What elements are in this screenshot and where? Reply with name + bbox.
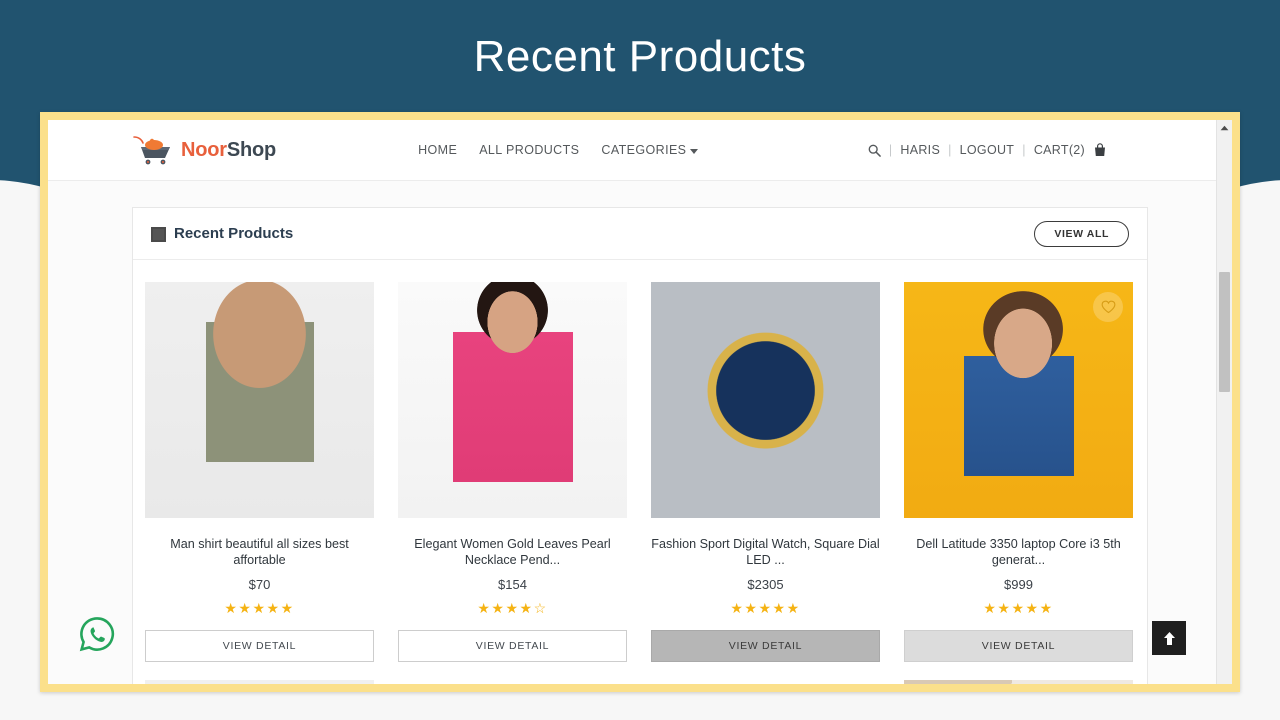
product-rating-stars: ★★★★★ [224,600,295,616]
nav-item-all-products-label: ALL PRODUCTS [479,143,580,157]
header-separator-1: | [888,143,893,157]
brand-name-first: Noor [181,138,227,161]
product-thumbnail[interactable] [398,282,627,518]
header-separator-3: | [1022,143,1026,157]
recent-products-panel: Recent Products VIEW ALL Man shirt beaut… [132,207,1148,684]
product-grid-row-2 [133,662,1147,684]
slide-canvas: Recent Products NoorShop HOME ALL PRODUC… [0,0,1280,720]
site-header: NoorShop HOME ALL PRODUCTS CATEGORIES | … [48,120,1232,181]
product-rating-stars: ★★★★☆ [477,600,548,616]
panel-title-group: Recent Products [151,225,293,242]
shopping-cart-logo-icon [133,136,170,165]
product-image [398,680,627,684]
header-separator-2: | [948,143,952,157]
nav-item-all-products[interactable]: ALL PRODUCTS [479,143,579,157]
product-card [639,680,892,684]
brand-logo-group[interactable]: NoorShop [132,134,276,166]
product-image [145,680,374,684]
product-card: Fashion Sport Digital Watch, Square Dial… [639,282,892,662]
whatsapp-chat-button[interactable] [78,615,116,653]
product-rating-stars: ★★★★★ [983,600,1054,616]
whatsapp-icon [79,617,115,652]
product-thumbnail[interactable] [904,282,1133,518]
product-image [651,680,880,684]
product-card [892,680,1145,684]
product-price: $70 [248,577,271,592]
product-name: Elegant Women Gold Leaves Pearl Necklace… [414,537,611,567]
browser-window-viewport: NoorShop HOME ALL PRODUCTS CATEGORIES | … [48,120,1232,684]
panel-header: Recent Products VIEW ALL [133,208,1147,260]
product-thumbnail[interactable] [904,680,1133,684]
product-thumbnail[interactable] [145,282,374,518]
view-detail-button[interactable]: VIEW DETAIL [904,630,1133,662]
heart-icon [1101,300,1115,314]
nav-item-home-label: HOME [418,143,458,157]
product-image [145,282,374,518]
panel-title-label: Recent Products [174,225,294,242]
product-rating-stars: ★★★★★ [730,600,801,616]
view-detail-button[interactable]: VIEW DETAIL [145,630,374,662]
product-name: Man shirt beautiful all sizes best affor… [170,537,349,567]
cart-link[interactable]: CART(2) [1034,143,1085,157]
product-price: $999 [1004,577,1033,592]
scroll-to-top-button[interactable] [1152,621,1186,655]
product-thumbnail[interactable] [398,680,627,684]
view-all-button[interactable]: VIEW ALL [1034,220,1129,247]
main-navigation: HOME ALL PRODUCTS CATEGORIES [418,143,699,157]
search-icon[interactable] [868,144,881,157]
scrollbar-up-arrow[interactable] [1217,120,1232,135]
header-username[interactable]: HARIS [900,143,940,157]
stop-square-icon [151,227,166,242]
product-image [651,282,880,518]
product-card [133,680,386,684]
logout-link[interactable]: LOGOUT [960,143,1015,157]
product-thumbnail[interactable] [651,282,880,518]
nav-item-categories-label: CATEGORIES [601,143,687,157]
product-thumbnail[interactable] [651,680,880,684]
view-detail-button[interactable]: VIEW DETAIL [398,630,627,662]
brand-name-second: Shop [226,138,277,161]
product-card: Dell Latitude 3350 laptop Core i3 5th ge… [892,282,1145,662]
product-grid-row-1: Man shirt beautiful all sizes best affor… [133,260,1147,662]
page-content-area: Recent Products VIEW ALL Man shirt beaut… [48,181,1232,684]
arrow-up-icon [1163,631,1175,645]
wishlist-button[interactable] [1093,292,1123,322]
header-utility-group: | HARIS | LOGOUT | CART(2) [868,143,1106,157]
product-thumbnail[interactable] [145,680,374,684]
product-card: Elegant Women Gold Leaves Pearl Necklace… [386,282,639,662]
slide-title: Recent Products [473,32,807,81]
caret-up-icon [1220,125,1229,130]
nav-item-home[interactable]: HOME [418,143,457,157]
product-image [398,282,627,518]
product-price: $2305 [747,577,784,592]
vertical-scrollbar[interactable] [1216,120,1232,684]
view-detail-button[interactable]: VIEW DETAIL [651,630,880,662]
product-price: $154 [498,577,527,592]
chevron-down-icon [690,148,699,154]
product-name: Fashion Sport Digital Watch, Square Dial… [651,537,880,567]
browser-window-frame: NoorShop HOME ALL PRODUCTS CATEGORIES | … [40,112,1240,692]
scrollbar-thumb[interactable] [1219,272,1230,392]
product-card [386,680,639,684]
shopping-bag-icon[interactable] [1094,143,1106,157]
product-name: Dell Latitude 3350 laptop Core i3 5th ge… [916,537,1121,567]
product-card: Man shirt beautiful all sizes best affor… [133,282,386,662]
brand-name: NoorShop [181,139,276,162]
nav-item-categories[interactable]: CATEGORIES [601,143,699,157]
product-image [904,680,1133,684]
